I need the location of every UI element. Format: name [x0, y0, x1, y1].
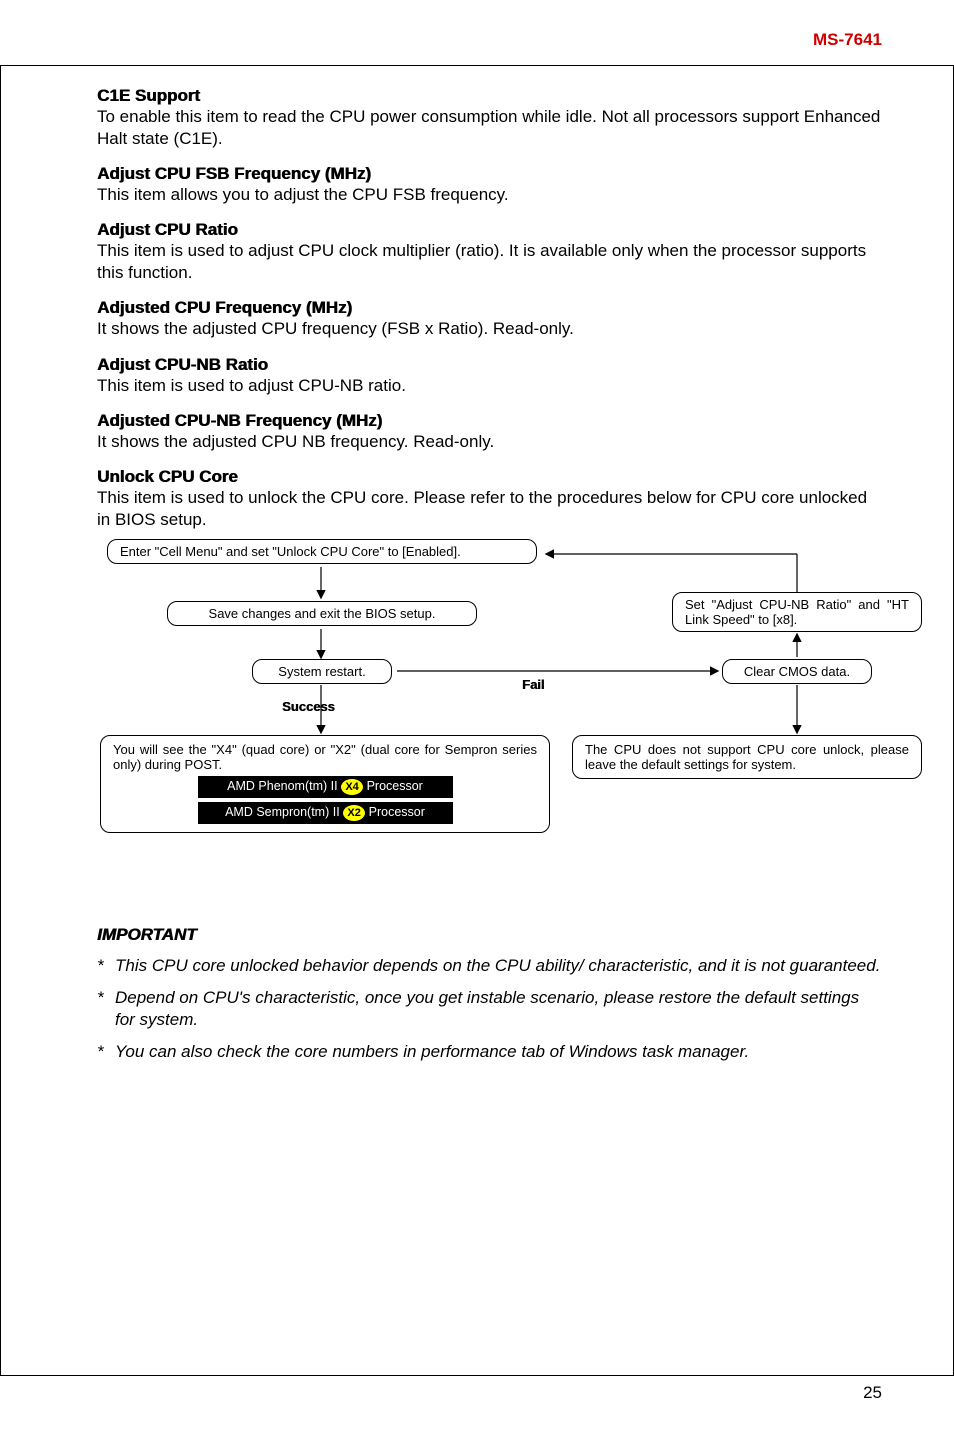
label-success: Success	[282, 699, 335, 714]
flow-step-1: Enter "Cell Menu" and set "Unlock CPU Co…	[107, 539, 537, 564]
flow-outcome-fail: The CPU does not support CPU core unlock…	[572, 735, 922, 779]
heading-nb-ratio: Adjust CPU-NB Ratio	[97, 355, 881, 375]
text-ratio: This item is used to adjust CPU clock mu…	[97, 240, 881, 284]
asterisk-icon: *	[97, 987, 115, 1031]
important-text-1: This CPU core unlocked behavior depends …	[115, 955, 881, 977]
heading-fsb: Adjust CPU FSB Frequency (MHz)	[97, 164, 881, 184]
important-item-3: * You can also check the core numbers in…	[97, 1041, 881, 1063]
text-nb-freq: It shows the adjusted CPU NB frequency. …	[97, 431, 881, 453]
important-text-2: Depend on CPU's characteristic, once you…	[115, 987, 881, 1031]
bar2-badge: X2	[343, 805, 365, 821]
flow-step-5: Clear CMOS data.	[722, 659, 872, 684]
important-item-2: * Depend on CPU's characteristic, once y…	[97, 987, 881, 1031]
flow-outcome-success-text: You will see the "X4" (quad core) or "X2…	[113, 742, 537, 772]
flow-outcome-success: You will see the "X4" (quad core) or "X2…	[100, 735, 550, 833]
important-heading: IMPORTANT	[97, 925, 881, 945]
label-fail: Fail	[522, 677, 544, 692]
heading-unlock: Unlock CPU Core	[97, 467, 881, 487]
page-frame: C1E Support To enable this item to read …	[0, 65, 954, 1376]
text-adj-freq: It shows the adjusted CPU frequency (FSB…	[97, 318, 881, 340]
heading-ratio: Adjust CPU Ratio	[97, 220, 881, 240]
bar2-post: Processor	[369, 805, 425, 819]
heading-nb-freq: Adjusted CPU-NB Frequency (MHz)	[97, 411, 881, 431]
text-nb-ratio: This item is used to adjust CPU-NB ratio…	[97, 375, 881, 397]
important-text-3: You can also check the core numbers in p…	[115, 1041, 881, 1063]
text-fsb: This item allows you to adjust the CPU F…	[97, 184, 881, 206]
flow-step-3: System restart.	[252, 659, 392, 684]
bar1-post: Processor	[367, 779, 423, 793]
bar1-badge: X4	[341, 779, 363, 795]
header-model: MS-7641	[813, 30, 882, 50]
asterisk-icon: *	[97, 1041, 115, 1063]
important-item-1: * This CPU core unlocked behavior depend…	[97, 955, 881, 977]
bar2-pre: AMD Sempron(tm) II	[225, 805, 340, 819]
heading-adj-freq: Adjusted CPU Frequency (MHz)	[97, 298, 881, 318]
text-c1e: To enable this item to read the CPU powe…	[97, 106, 881, 150]
page-number: 25	[863, 1383, 882, 1403]
asterisk-icon: *	[97, 955, 115, 977]
bar1-pre: AMD Phenom(tm) II	[227, 779, 337, 793]
post-line-phenom: AMD Phenom(tm) II X4 Processor	[198, 776, 453, 798]
text-unlock: This item is used to unlock the CPU core…	[97, 487, 881, 531]
flow-step-4: Set "Adjust CPU-NB Ratio" and "HT Link S…	[672, 592, 922, 632]
heading-c1e: C1E Support	[97, 86, 881, 106]
flow-step-2: Save changes and exit the BIOS setup.	[167, 601, 477, 626]
post-line-sempron: AMD Sempron(tm) II X2 Processor	[198, 802, 453, 824]
flowchart: Enter "Cell Menu" and set "Unlock CPU Co…	[97, 537, 881, 907]
